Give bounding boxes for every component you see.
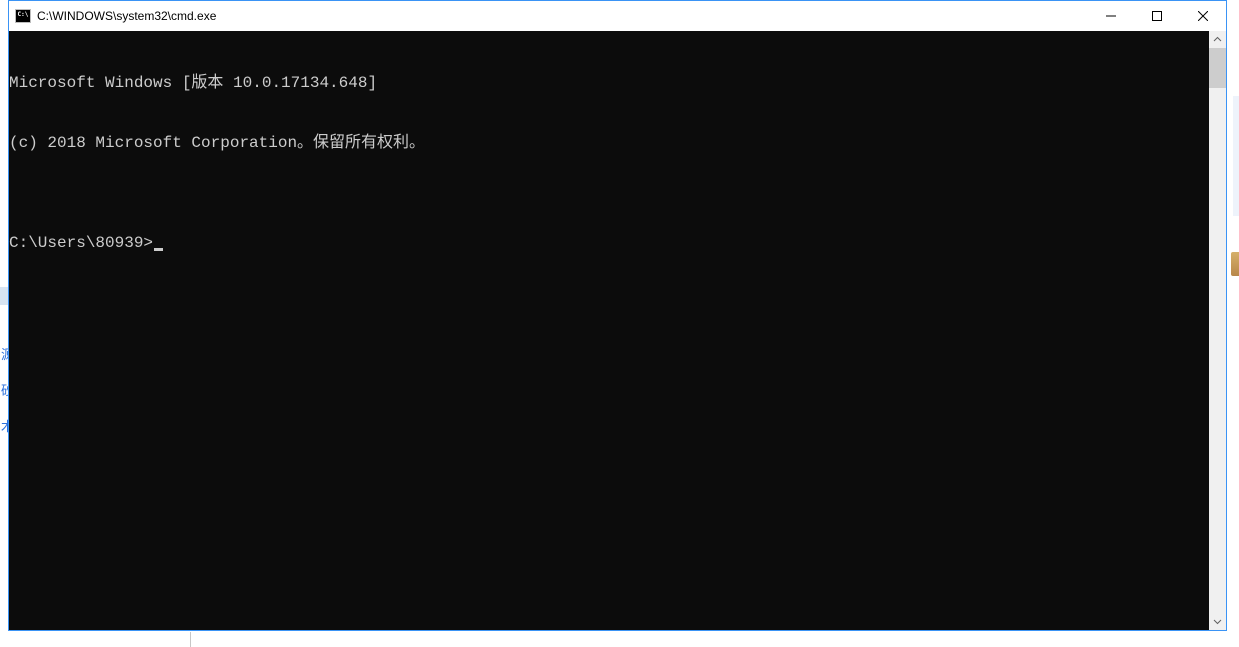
scroll-down-button[interactable] xyxy=(1209,613,1226,630)
terminal-cursor xyxy=(154,248,163,251)
cmd-icon: C:\ xyxy=(15,8,31,24)
minimize-button[interactable] xyxy=(1088,1,1134,31)
terminal-line: (c) 2018 Microsoft Corporation。保留所有权利。 xyxy=(9,133,1209,153)
scroll-track[interactable] xyxy=(1209,48,1226,613)
terminal-line: Microsoft Windows [版本 10.0.17134.648] xyxy=(9,73,1209,93)
client-area: Microsoft Windows [版本 10.0.17134.648] (c… xyxy=(9,31,1226,630)
close-button[interactable] xyxy=(1180,1,1226,31)
terminal-prompt: C:\Users\80939> xyxy=(9,233,153,253)
svg-text:C:\: C:\ xyxy=(18,11,29,18)
background-icon-fragment xyxy=(1231,252,1239,276)
cmd-window: C:\ C:\WINDOWS\system32\cmd.exe Microsof… xyxy=(8,0,1227,631)
terminal-prompt-line: C:\Users\80939> xyxy=(9,233,1209,253)
scroll-thumb[interactable] xyxy=(1209,48,1226,88)
window-title: C:\WINDOWS\system32\cmd.exe xyxy=(37,9,216,23)
background-divider xyxy=(190,632,191,647)
window-controls xyxy=(1088,1,1226,31)
maximize-button[interactable] xyxy=(1134,1,1180,31)
titlebar[interactable]: C:\ C:\WINDOWS\system32\cmd.exe xyxy=(9,1,1226,31)
terminal-output[interactable]: Microsoft Windows [版本 10.0.17134.648] (c… xyxy=(9,31,1209,630)
vertical-scrollbar[interactable] xyxy=(1209,31,1226,630)
scroll-up-button[interactable] xyxy=(1209,31,1226,48)
background-panel-edge xyxy=(1233,96,1239,216)
